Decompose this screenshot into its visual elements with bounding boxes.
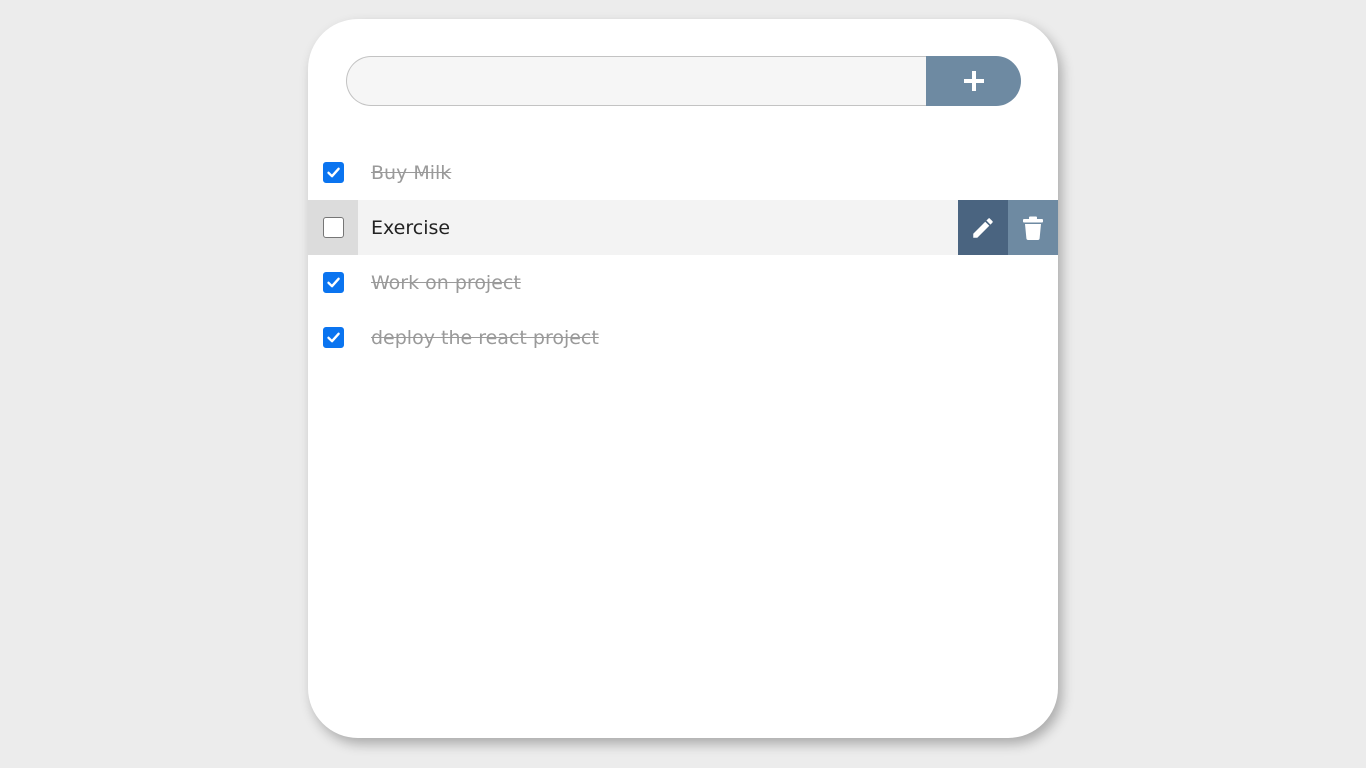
task-checkbox[interactable] xyxy=(322,327,344,348)
trash-icon xyxy=(1023,216,1043,240)
task-item: Exercise xyxy=(308,200,1058,255)
add-task-form xyxy=(346,56,1021,106)
checkmark-icon xyxy=(326,277,340,288)
pencil-icon xyxy=(973,217,993,238)
task-actions xyxy=(958,200,1058,255)
task-item: deploy the react project xyxy=(308,310,1058,365)
checkmark-icon xyxy=(326,167,340,178)
task-label: Work on project xyxy=(371,271,521,294)
task-item: Work on project xyxy=(308,255,1058,310)
new-task-input[interactable] xyxy=(346,56,926,106)
task-label: Exercise xyxy=(371,216,451,239)
task-checkbox[interactable] xyxy=(322,272,344,293)
task-checkbox[interactable] xyxy=(322,162,344,183)
plus-icon xyxy=(963,71,984,91)
checkmark-icon xyxy=(326,332,340,343)
todo-card: Buy Milk Exercise Work on project deploy… xyxy=(308,19,1058,738)
task-label: deploy the react project xyxy=(371,326,599,349)
add-task-button[interactable] xyxy=(926,56,1021,106)
task-checkbox-cell xyxy=(308,255,358,310)
task-list: Buy Milk Exercise Work on project deploy… xyxy=(308,145,1058,365)
edit-task-button[interactable] xyxy=(958,200,1008,255)
task-checkbox-cell xyxy=(308,310,358,365)
task-item: Buy Milk xyxy=(308,145,1058,200)
delete-task-button[interactable] xyxy=(1008,200,1058,255)
task-checkbox-cell xyxy=(308,200,358,255)
task-label: Buy Milk xyxy=(371,161,452,184)
task-checkbox-cell xyxy=(308,145,358,200)
task-checkbox[interactable] xyxy=(322,217,344,238)
